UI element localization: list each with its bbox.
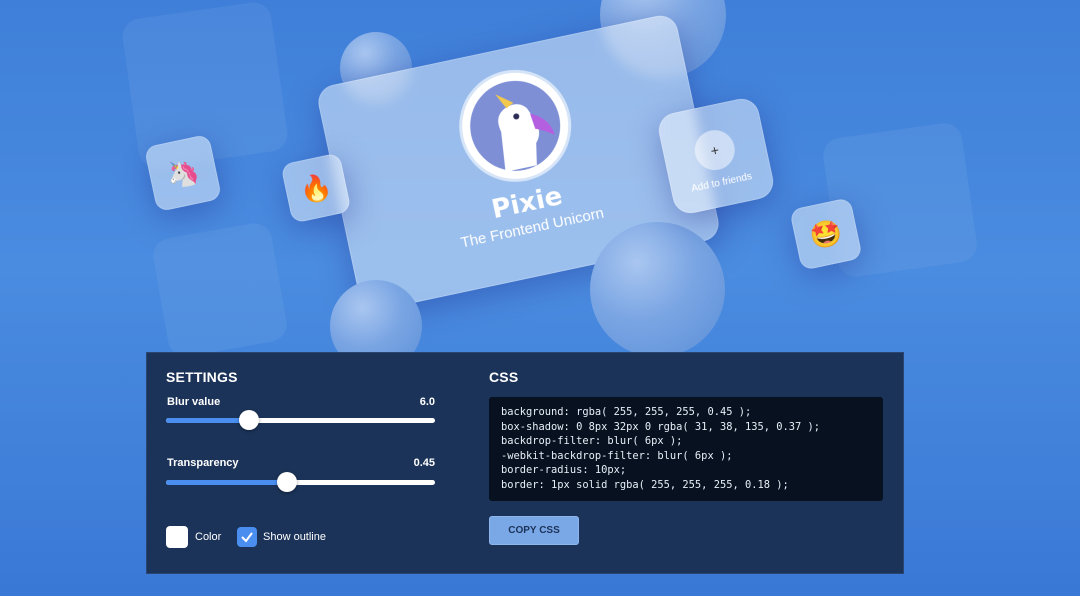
star-struck-emoji-icon: 🤩 [806,215,845,252]
blur-slider[interactable] [166,410,435,430]
add-friends-card[interactable]: + Add to friends [655,95,777,217]
transparency-slider[interactable] [166,472,435,492]
unicorn-emoji-icon: 🦄 [163,154,202,191]
settings-panel: SETTINGS Blur value 6.0 Transparency 0.4… [146,352,904,574]
blur-slider-thumb[interactable] [239,410,260,430]
checkmark-icon [241,532,253,543]
css-code-line: -webkit-backdrop-filter: blur( 6px ); [501,449,733,462]
unicorn-icon [494,94,555,172]
transparency-label: Transparency [167,457,239,469]
fire-emoji-icon: 🔥 [296,169,335,206]
blur-label: Blur value [167,396,221,408]
transparency-slider-fill [166,480,288,485]
blur-value: 6.0 [419,396,435,408]
blur-slider-fill [166,418,250,423]
plus-icon[interactable]: + [691,126,739,174]
css-code-line: border-radius: 10px; [501,464,627,477]
settings-title: SETTINGS [166,369,238,385]
foreground-sphere [590,222,725,357]
transparency-value: 0.45 [413,457,435,469]
unicorn-emoji-card: 🦄 [143,133,223,213]
css-code-line: backdrop-filter: blur( 6px ); [501,435,683,448]
fire-emoji-card: 🔥 [280,152,352,224]
unicorn-avatar [451,63,578,189]
star-struck-emoji-card: 🤩 [789,197,863,271]
css-code-block: background: rgba( 255, 255, 255, 0.45 );… [489,397,883,501]
show-outline-label: Show outline [263,531,326,543]
css-title: CSS [489,369,519,385]
copy-css-button[interactable]: COPY CSS [489,516,579,545]
color-label: Color [195,531,222,543]
css-code-line: box-shadow: 0 8px 32px 0 rgba( 31, 38, 1… [501,420,821,433]
css-code-line: background: rgba( 255, 255, 255, 0.45 ); [501,406,752,418]
transparency-slider-thumb[interactable] [277,472,298,492]
background-deco-square [150,220,290,360]
color-checkbox[interactable] [166,526,188,548]
add-friends-label: Add to friends [690,171,754,195]
show-outline-checkbox[interactable] [237,527,257,547]
css-code-line: border: 1px solid rgba( 255, 255, 255, 0… [501,478,789,491]
